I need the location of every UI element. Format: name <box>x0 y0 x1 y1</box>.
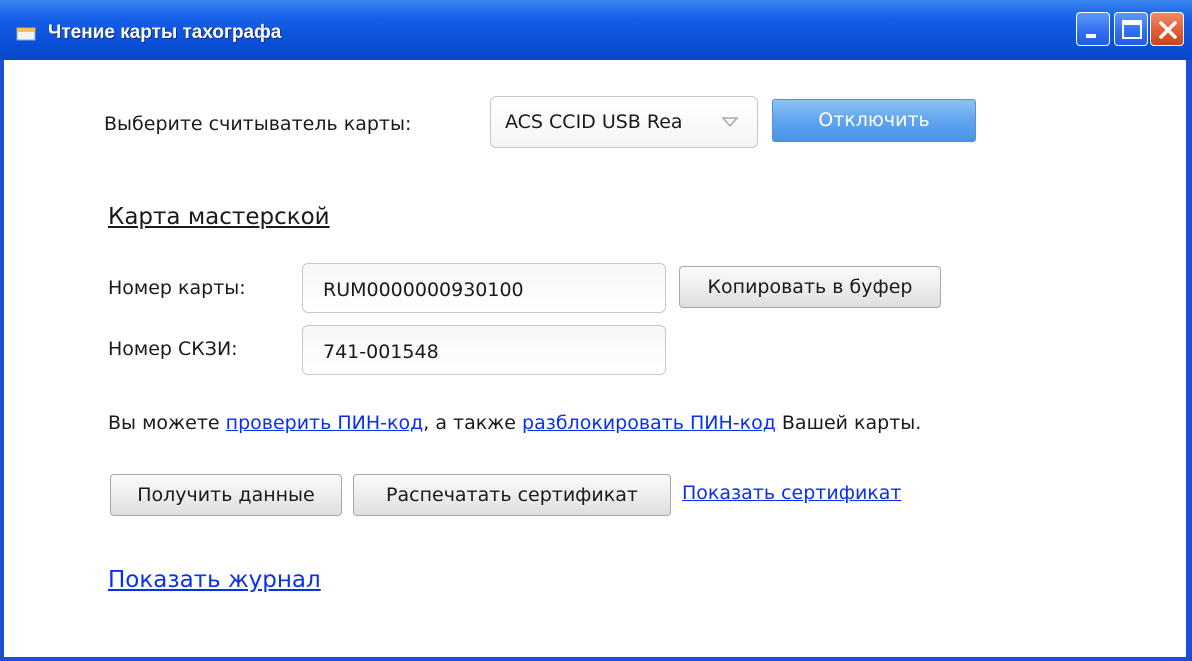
close-button[interactable] <box>1150 12 1184 46</box>
maximize-icon <box>1122 20 1142 39</box>
show-log-link[interactable]: Показать журнал <box>108 567 321 593</box>
pin-sentence: Вы можете проверить ПИН-код, а также раз… <box>108 412 921 434</box>
skzi-number-field[interactable]: 741-001548 <box>302 325 666 375</box>
close-icon <box>1159 21 1177 39</box>
show-certificate-link[interactable]: Показать сертификат <box>682 482 901 504</box>
skzi-number-value: 741-001548 <box>323 341 439 363</box>
card-heading: Карта мастерской <box>108 204 330 230</box>
title-bar[interactable]: Чтение карты тахографа <box>0 0 1192 60</box>
app-icon <box>16 27 36 41</box>
chevron-down-icon <box>721 117 739 128</box>
card-number-value: RUM0000000930100 <box>323 279 524 301</box>
app-window: Чтение карты тахографа Выберите считыват… <box>0 0 1192 661</box>
pin-text-middle: , а также <box>423 412 523 434</box>
unlock-pin-link[interactable]: разблокировать ПИН-код <box>522 412 776 434</box>
card-number-label: Номер карты: <box>108 277 246 299</box>
check-pin-link[interactable]: проверить ПИН-код <box>226 412 424 434</box>
reader-label: Выберите считыватель карты: <box>104 113 412 135</box>
disconnect-button[interactable]: Отключить <box>772 99 976 142</box>
get-data-button[interactable]: Получить данные <box>110 474 342 516</box>
pin-text-after: Вашей карты. <box>775 412 922 434</box>
copy-to-clipboard-button[interactable]: Копировать в буфер <box>679 266 941 308</box>
window-title: Чтение карты тахографа <box>48 22 282 43</box>
minimize-button[interactable] <box>1076 12 1110 46</box>
skzi-number-label: Номер СКЗИ: <box>108 338 238 360</box>
minimize-icon <box>1086 34 1096 38</box>
reader-select-value: ACS CCID USB Rea <box>505 111 683 133</box>
maximize-button[interactable] <box>1114 12 1148 46</box>
pin-text-before: Вы можете <box>108 412 226 434</box>
reader-select[interactable]: ACS CCID USB Rea <box>490 96 758 148</box>
card-number-field[interactable]: RUM0000000930100 <box>302 263 666 313</box>
print-certificate-button[interactable]: Распечатать сертификат <box>353 474 671 516</box>
